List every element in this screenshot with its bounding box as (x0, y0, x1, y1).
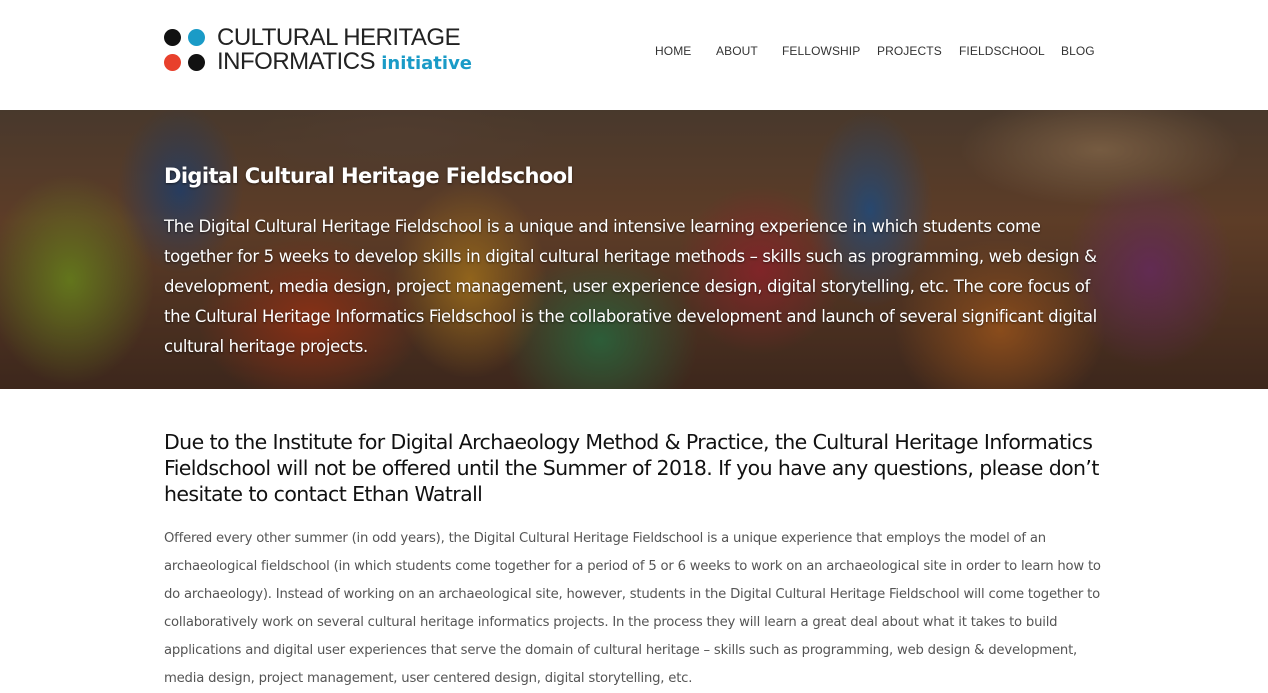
hero-title: Digital Cultural Heritage Fieldschool (164, 164, 574, 189)
notice-heading: Due to the Institute for Digital Archaeo… (164, 430, 1099, 506)
nav-item-projects[interactable]: PROJECTS (877, 44, 942, 58)
site-header: CULTURAL HERITAGE INFORMATICS initiative… (0, 0, 1268, 110)
nav-item-home[interactable]: HOME (655, 44, 691, 58)
nav-item-blog[interactable]: BLOG (1061, 44, 1095, 58)
nav-item-fieldschool[interactable]: FIELDSCHOOL (959, 44, 1045, 58)
nav-item-fellowship[interactable]: FELLOWSHIP (782, 44, 860, 58)
hero-description: The Digital Cultural Heritage Fieldschoo… (164, 216, 1097, 356)
hero-banner: Digital Cultural Heritage Fieldschool Th… (0, 110, 1268, 389)
main-nav: HOME ABOUT FELLOWSHIP PROJECTS FIELDSCHO… (0, 44, 1268, 60)
nav-item-about[interactable]: ABOUT (716, 44, 758, 58)
fieldschool-description: Offered every other summer (in odd years… (164, 531, 1101, 686)
